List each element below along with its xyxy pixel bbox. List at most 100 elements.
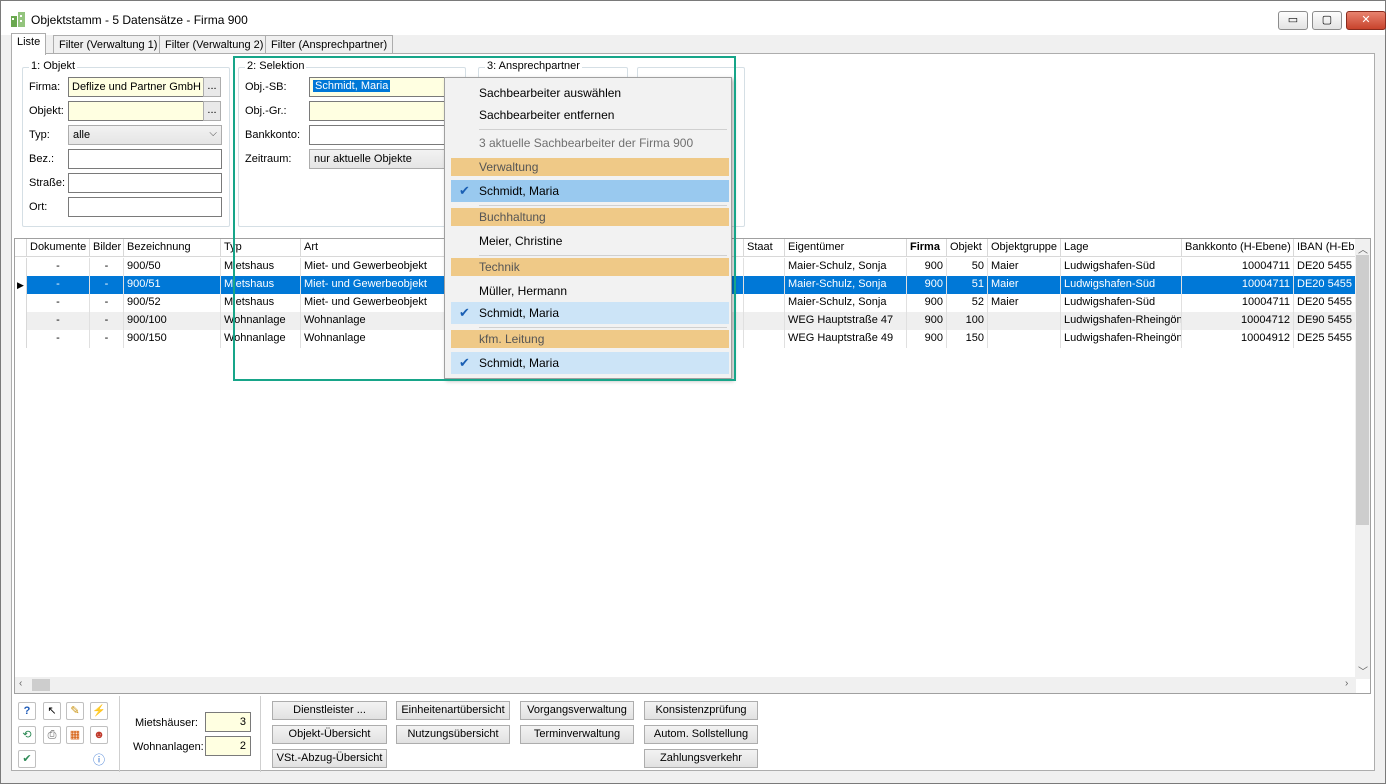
cell-bezeichnung[interactable]: 900/100	[124, 312, 221, 330]
cell-staat[interactable]	[744, 330, 785, 348]
horizontal-scroll-thumb[interactable]	[32, 679, 50, 691]
menu-item-sachbearbeiter-auswaehlen[interactable]: Sachbearbeiter auswählen	[451, 82, 729, 104]
cell-eigentuemer[interactable]: Maier-Schulz, Sonja	[785, 276, 907, 294]
cell-dokumente[interactable]: -	[27, 258, 90, 276]
vst-abzug-button[interactable]: VSt.-Abzug-Übersicht	[272, 749, 387, 768]
col-header-eigentuemer[interactable]: Eigentümer	[785, 239, 907, 257]
firma-field[interactable]: Deflize und Partner GmbH	[68, 77, 204, 97]
col-header-objekt[interactable]: Objekt	[947, 239, 988, 257]
autom-sollstellung-button[interactable]: Autom. Sollstellung	[644, 725, 758, 744]
menu-item-sachbearbeiter[interactable]: Müller, Hermann	[451, 280, 729, 302]
menu-item-sachbearbeiter[interactable]: ✔ Schmidt, Maria	[451, 302, 729, 324]
objsb-field[interactable]: Schmidt, Maria	[309, 77, 461, 97]
cell-firma[interactable]: 900	[907, 294, 947, 312]
objgr-field[interactable]	[309, 101, 461, 121]
refresh-icon[interactable]: ⟲	[18, 726, 36, 744]
help-icon[interactable]: ?	[18, 702, 36, 720]
cell-bilder[interactable]: -	[90, 312, 124, 330]
cell-staat[interactable]	[744, 276, 785, 294]
cell-objektgruppe[interactable]: Maier	[988, 294, 1061, 312]
cell-bilder[interactable]: -	[90, 294, 124, 312]
cell-objektgruppe[interactable]: Maier	[988, 276, 1061, 294]
tab-filter-verwaltung-1[interactable]: Filter (Verwaltung 1)	[53, 35, 164, 54]
cell-iban[interactable]: DE90 5455 0	[1294, 312, 1356, 330]
cell-lage[interactable]: Ludwigshafen-Süd	[1061, 258, 1182, 276]
col-header-iban[interactable]: IBAN (H-Ebe	[1294, 239, 1356, 257]
cell-bankkonto[interactable]: 10004711	[1182, 276, 1294, 294]
people-icon[interactable]: ☻	[90, 726, 108, 744]
cell-objekt[interactable]: 52	[947, 294, 988, 312]
cell-firma[interactable]: 900	[907, 330, 947, 348]
cell-typ[interactable]: Mietshaus	[221, 276, 301, 294]
tab-filter-verwaltung-2[interactable]: Filter (Verwaltung 2)	[159, 35, 270, 54]
lightning-icon[interactable]: ⚡	[90, 702, 108, 720]
pointer-icon[interactable]: ↖	[43, 702, 61, 720]
cell-bankkonto[interactable]: 10004711	[1182, 294, 1294, 312]
cell-bezeichnung[interactable]: 900/51	[124, 276, 221, 294]
ort-field[interactable]	[68, 197, 222, 217]
cell-iban[interactable]: DE20 5455 0	[1294, 294, 1356, 312]
cell-lage[interactable]: Ludwigshafen-Rheingönl	[1061, 330, 1182, 348]
col-header-bilder[interactable]: Bilder	[90, 239, 124, 257]
cell-eigentuemer[interactable]: Maier-Schulz, Sonja	[785, 258, 907, 276]
cell-bezeichnung[interactable]: 900/52	[124, 294, 221, 312]
vertical-scrollbar[interactable]: ︿ ﹀	[1355, 239, 1370, 679]
objekt-field[interactable]	[68, 101, 204, 121]
scroll-up-icon[interactable]: ︿	[1358, 241, 1368, 256]
firma-browse-button[interactable]: ...	[203, 77, 221, 97]
dienstleister-button[interactable]: Dienstleister ...	[272, 701, 387, 720]
cell-bilder[interactable]: -	[90, 276, 124, 294]
objekt-browse-button[interactable]: ...	[203, 101, 221, 121]
vorgangsverwaltung-button[interactable]: Vorgangsverwaltung	[520, 701, 634, 720]
zeitraum-select[interactable]: nur aktuelle Objekte	[309, 149, 461, 169]
cell-staat[interactable]	[744, 258, 785, 276]
menu-item-sachbearbeiter[interactable]: Meier, Christine	[451, 230, 729, 252]
cell-iban[interactable]: DE20 5455 0	[1294, 276, 1356, 294]
cell-eigentuemer[interactable]: WEG Hauptstraße 49	[785, 330, 907, 348]
cell-firma[interactable]: 900	[907, 312, 947, 330]
cell-objekt[interactable]: 100	[947, 312, 988, 330]
cell-dokumente[interactable]: -	[27, 330, 90, 348]
einheitenart-button[interactable]: Einheitenartübersicht	[396, 701, 510, 720]
col-header-staat[interactable]: Staat	[744, 239, 785, 257]
strasse-field[interactable]	[68, 173, 222, 193]
checkbox-icon[interactable]: ✔	[18, 750, 36, 768]
horizontal-scrollbar[interactable]: ‹ ›	[15, 677, 1356, 693]
konsistenzpruefung-button[interactable]: Konsistenzprüfung	[644, 701, 758, 720]
cell-lage[interactable]: Ludwigshafen-Süd	[1061, 294, 1182, 312]
cell-eigentuemer[interactable]: Maier-Schulz, Sonja	[785, 294, 907, 312]
cell-objektgruppe[interactable]	[988, 330, 1061, 348]
typ-select[interactable]: alle ⌵	[68, 125, 222, 145]
col-header-firma[interactable]: Firma	[907, 239, 947, 257]
cell-dokumente[interactable]: -	[27, 312, 90, 330]
col-header-lage[interactable]: Lage	[1061, 239, 1182, 257]
cell-eigentuemer[interactable]: WEG Hauptstraße 47	[785, 312, 907, 330]
print-icon[interactable]: ⎙	[43, 726, 61, 744]
cell-typ[interactable]: Wohnanlage	[221, 330, 301, 348]
cell-typ[interactable]: Mietshaus	[221, 258, 301, 276]
cell-bezeichnung[interactable]: 900/150	[124, 330, 221, 348]
row-indicator[interactable]	[15, 330, 27, 348]
cell-typ[interactable]: Wohnanlage	[221, 312, 301, 330]
cell-bezeichnung[interactable]: 900/50	[124, 258, 221, 276]
row-indicator[interactable]	[15, 258, 27, 276]
cell-firma[interactable]: 900	[907, 258, 947, 276]
zahlungsverkehr-button[interactable]: Zahlungsverkehr	[644, 749, 758, 768]
cell-iban[interactable]: DE20 5455 0	[1294, 258, 1356, 276]
cell-staat[interactable]	[744, 312, 785, 330]
cell-staat[interactable]	[744, 294, 785, 312]
close-button[interactable]: ✕	[1346, 11, 1386, 30]
menu-item-sachbearbeiter[interactable]: ✔ Schmidt, Maria	[451, 352, 729, 374]
tab-liste[interactable]: Liste	[11, 33, 47, 55]
pencil-icon[interactable]: ✎	[66, 702, 84, 720]
objekt-uebersicht-button[interactable]: Objekt-Übersicht	[272, 725, 387, 744]
row-indicator[interactable]	[15, 312, 27, 330]
cell-objektgruppe[interactable]	[988, 312, 1061, 330]
col-header-objektgruppe[interactable]: Objektgruppe	[988, 239, 1061, 257]
nutzungs-button[interactable]: Nutzungsübersicht	[396, 725, 510, 744]
cell-dokumente[interactable]: -	[27, 294, 90, 312]
cell-bankkonto[interactable]: 10004711	[1182, 258, 1294, 276]
col-header-typ[interactable]: Typ	[221, 239, 301, 257]
row-indicator[interactable]	[15, 294, 27, 312]
vertical-scroll-thumb[interactable]	[1356, 255, 1369, 525]
